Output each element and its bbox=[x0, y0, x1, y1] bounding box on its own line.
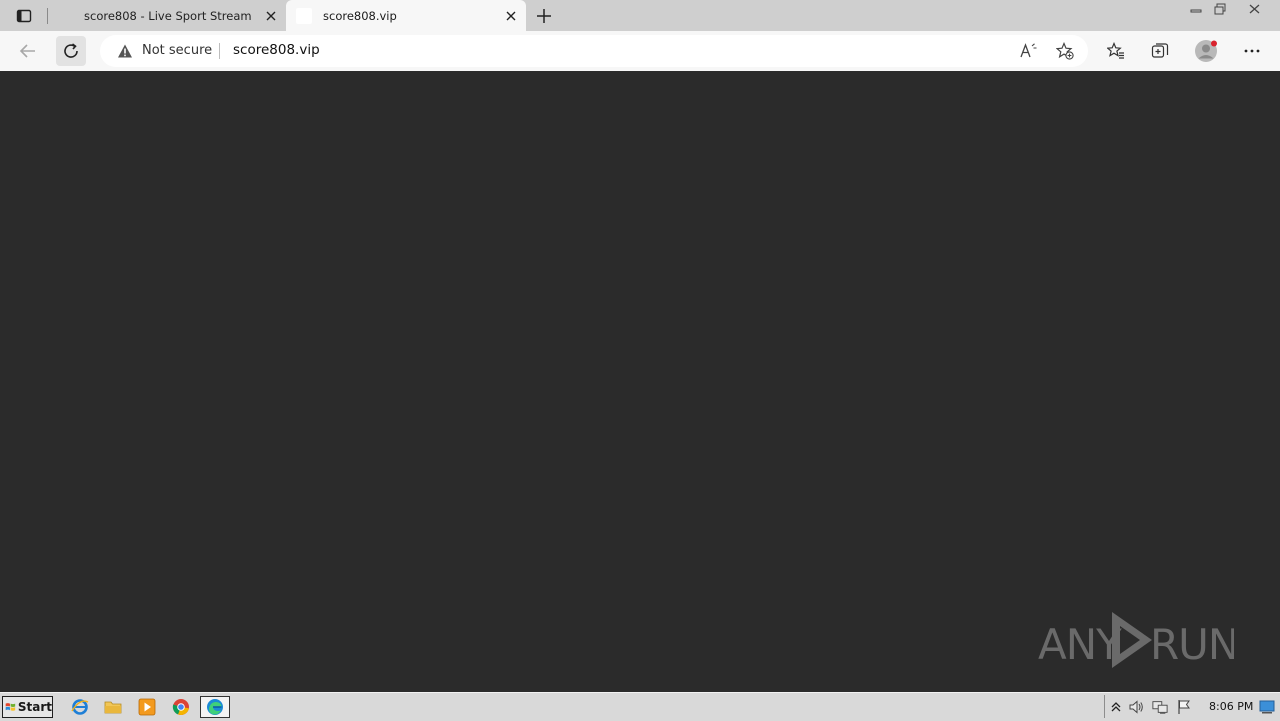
chevron-up-icon bbox=[1111, 702, 1121, 712]
back-button[interactable] bbox=[13, 36, 43, 66]
close-icon bbox=[1249, 4, 1259, 14]
close-icon bbox=[266, 11, 275, 20]
tab-actions-icon bbox=[16, 9, 32, 23]
taskbar-media-player[interactable] bbox=[136, 697, 158, 717]
tab-separator bbox=[47, 8, 48, 24]
edge-icon bbox=[207, 699, 223, 715]
restore-icon bbox=[1214, 3, 1226, 15]
watermark-run-text: RUN bbox=[1150, 620, 1234, 669]
tab-title: score808 - Live Sport Streaming, V bbox=[84, 8, 252, 23]
profile-avatar-icon bbox=[1195, 40, 1217, 62]
taskbar-edge[interactable] bbox=[200, 696, 230, 718]
flag-icon bbox=[1178, 700, 1190, 714]
tab-score808-vip[interactable]: score808.vip bbox=[286, 0, 526, 31]
volume-tray-button[interactable] bbox=[1128, 699, 1144, 715]
tab-strip: score808 - Live Sport Streaming, V score… bbox=[0, 0, 1280, 31]
windows-taskbar: Start 8:06 PM bbox=[0, 692, 1280, 721]
start-button[interactable]: Start bbox=[2, 696, 53, 718]
address-bar[interactable]: Not secure score808.vip bbox=[100, 35, 1088, 67]
collections-button[interactable] bbox=[1145, 36, 1175, 66]
profile-button[interactable] bbox=[1191, 36, 1221, 66]
media-player-icon bbox=[138, 698, 156, 716]
show-desktop-icon bbox=[1259, 700, 1275, 714]
tray-separator bbox=[1104, 695, 1105, 718]
start-label: Start bbox=[17, 700, 52, 714]
favorites-button[interactable] bbox=[1101, 36, 1131, 66]
tab-close-button[interactable] bbox=[263, 8, 278, 23]
warning-triangle-icon[interactable] bbox=[117, 43, 133, 59]
plus-icon bbox=[537, 9, 551, 23]
show-hidden-icons-button[interactable] bbox=[1108, 699, 1124, 715]
tab-score808-stream[interactable]: score808 - Live Sport Streaming, V bbox=[52, 0, 286, 31]
star-plus-icon bbox=[1056, 42, 1074, 60]
reload-button[interactable] bbox=[56, 36, 86, 66]
read-aloud-icon bbox=[1020, 43, 1037, 58]
show-desktop-button[interactable] bbox=[1259, 699, 1275, 715]
watermark-any-text: ANY bbox=[1038, 620, 1122, 669]
minimize-button[interactable] bbox=[1184, 0, 1208, 18]
minimize-icon bbox=[1190, 9, 1202, 13]
collections-icon bbox=[1151, 43, 1169, 58]
favorites-icon bbox=[1107, 42, 1124, 59]
settings-menu-button[interactable] bbox=[1237, 36, 1267, 66]
close-window-button[interactable] bbox=[1240, 0, 1268, 18]
url-text[interactable]: score808.vip bbox=[233, 42, 320, 58]
reload-icon bbox=[64, 43, 78, 58]
tab-actions-button[interactable] bbox=[10, 6, 38, 26]
action-center-tray-button[interactable] bbox=[1176, 699, 1192, 715]
taskbar-file-explorer[interactable] bbox=[102, 697, 124, 717]
speaker-icon bbox=[1129, 700, 1143, 714]
tab-title: score808.vip bbox=[323, 8, 397, 23]
network-tray-button[interactable] bbox=[1152, 699, 1168, 715]
folder-icon bbox=[104, 701, 122, 714]
blank-favicon-icon bbox=[296, 7, 312, 24]
more-dots-icon bbox=[1244, 49, 1260, 53]
taskbar-clock[interactable]: 8:06 PM bbox=[1209, 700, 1253, 713]
page-content[interactable] bbox=[0, 71, 1280, 692]
back-arrow-icon bbox=[19, 44, 35, 58]
taskbar-internet-explorer[interactable] bbox=[69, 697, 91, 717]
browser-toolbar: Not secure score808.vip bbox=[0, 31, 1280, 72]
new-tab-button[interactable] bbox=[534, 6, 554, 26]
tab-close-button[interactable] bbox=[503, 8, 518, 23]
chrome-icon bbox=[172, 699, 189, 715]
internet-explorer-icon bbox=[71, 699, 89, 715]
read-aloud-button[interactable] bbox=[1020, 42, 1038, 60]
taskbar-chrome[interactable] bbox=[170, 697, 192, 717]
close-icon bbox=[506, 11, 515, 20]
restore-button[interactable] bbox=[1208, 0, 1232, 18]
address-separator bbox=[219, 43, 220, 59]
network-icon bbox=[1152, 701, 1168, 714]
windows-logo-icon bbox=[5, 703, 16, 711]
add-favorite-button[interactable] bbox=[1056, 42, 1074, 60]
anyrun-watermark-logo: ANY RUN bbox=[1038, 612, 1234, 669]
security-label[interactable]: Not secure bbox=[142, 43, 212, 58]
